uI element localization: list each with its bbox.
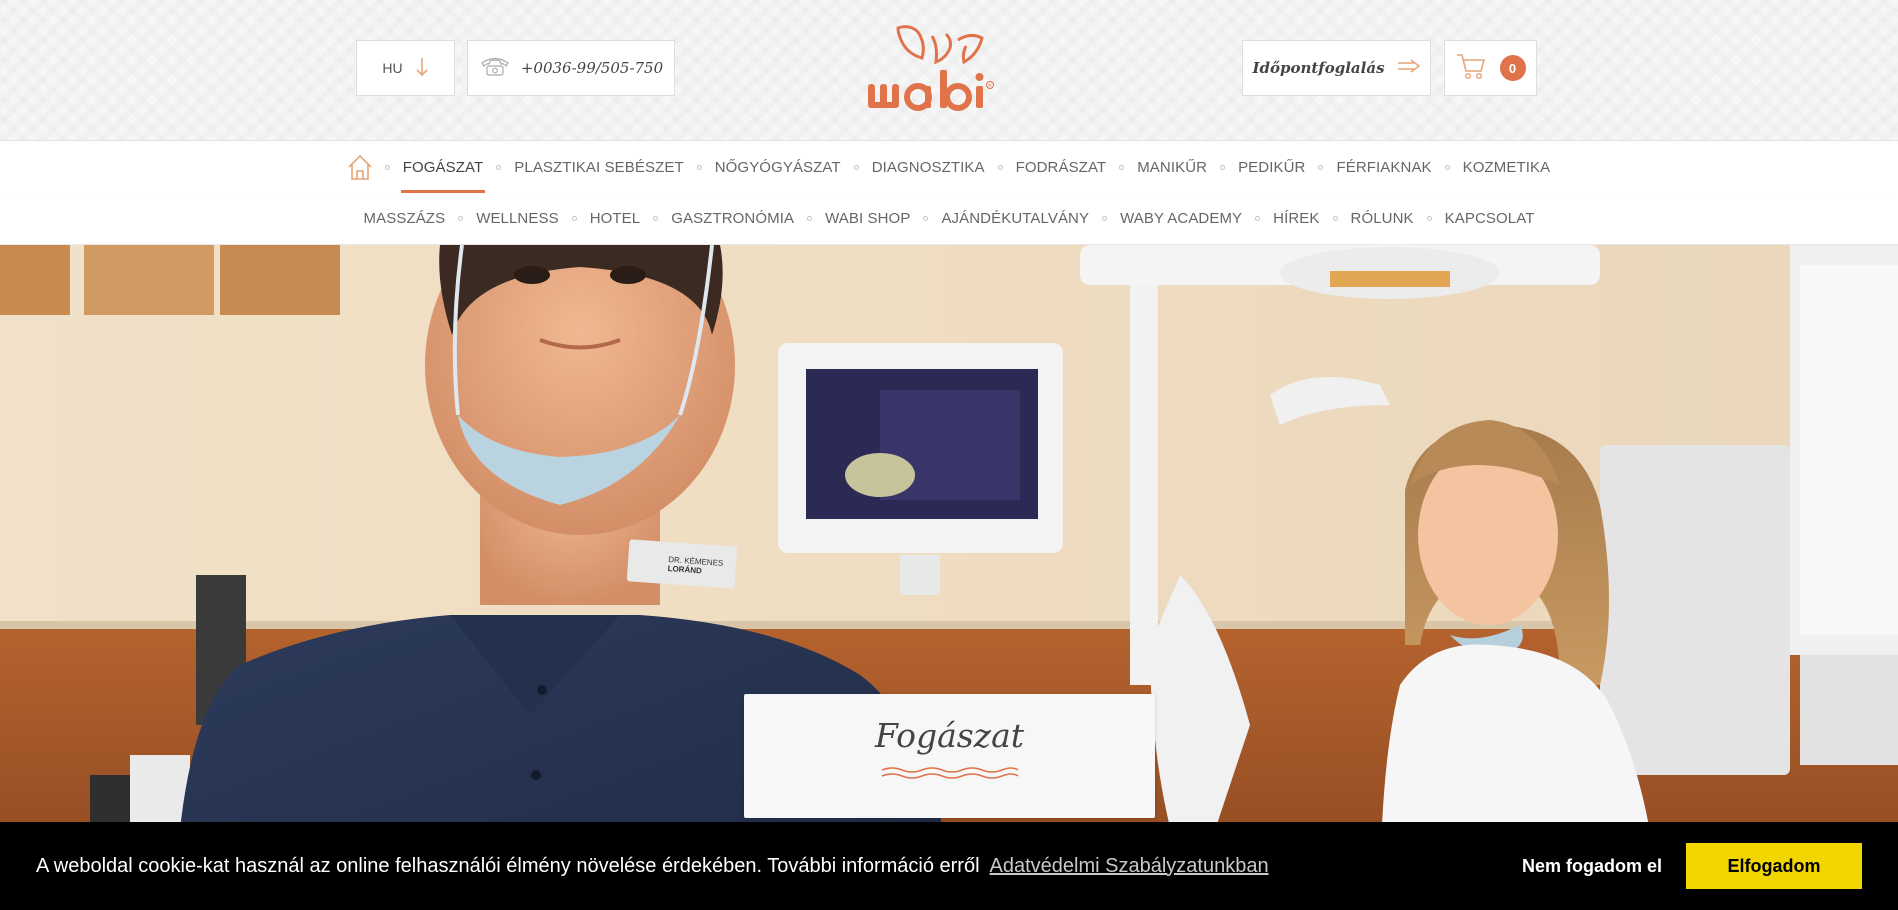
- booking-label: Időpontfoglalás: [1252, 59, 1385, 77]
- accept-cookies-button[interactable]: Elfogadom: [1686, 843, 1862, 889]
- nav-item-diagnosztika[interactable]: DIAGNOSZTIKA: [870, 159, 987, 176]
- nav-separator: [696, 164, 702, 170]
- nav-item-waby-academy[interactable]: WABY ACADEMY: [1118, 210, 1244, 227]
- nav-item-pedikur[interactable]: PEDIKŰR: [1236, 159, 1307, 176]
- nav-item-kozmetika[interactable]: KOZMETIKA: [1461, 159, 1553, 176]
- wabi-logo[interactable]: R: [866, 22, 1032, 118]
- nav-separator: [1102, 216, 1108, 221]
- main-nav-row-1: FOGÁSZAT PLASZTIKAI SEBÉSZET NŐGYÓGYÁSZA…: [0, 140, 1898, 194]
- cart-icon: [1456, 52, 1486, 84]
- nav-item-fodraszat[interactable]: FODRÁSZAT: [1014, 159, 1109, 176]
- nav-separator: [653, 216, 659, 221]
- nav-separator: [571, 216, 577, 221]
- nav-item-ferfiaknak[interactable]: FÉRFIAKNAK: [1334, 159, 1433, 176]
- page-title-card: Fogászat: [744, 694, 1155, 818]
- booking-button[interactable]: Időpontfoglalás: [1242, 40, 1431, 96]
- nav-separator: [1220, 164, 1226, 170]
- cookie-consent-bar: A weboldal cookie-kat használ az online …: [0, 822, 1898, 910]
- nav-item-manikur[interactable]: MANIKŰR: [1135, 159, 1209, 176]
- nav-item-wabi-shop[interactable]: WABI SHOP: [823, 210, 912, 227]
- wave-ornament-icon: [880, 765, 1020, 786]
- arrow-down-icon: [415, 57, 429, 80]
- nav-item-wellness[interactable]: WELLNESS: [474, 210, 561, 227]
- phone-number: +0036-99/505-750: [520, 59, 664, 77]
- nav-separator: [1332, 216, 1338, 221]
- home-icon[interactable]: [346, 153, 374, 181]
- nav-item-gasztronomia[interactable]: GASZTRONÓMIA: [669, 210, 796, 227]
- nav-separator: [1426, 216, 1432, 221]
- nav-item-kapcsolat[interactable]: KAPCSOLAT: [1443, 210, 1537, 227]
- nav-separator: [1318, 164, 1324, 170]
- nav-item-hotel[interactable]: HOTEL: [588, 210, 643, 227]
- nav-item-hirek[interactable]: HÍREK: [1271, 210, 1321, 227]
- nav-item-fogaszat[interactable]: FOGÁSZAT: [400, 159, 486, 193]
- nav-item-masszazs[interactable]: MASSZÁZS: [362, 210, 448, 227]
- nav-separator: [496, 164, 502, 170]
- nav-separator: [997, 164, 1003, 170]
- privacy-policy-link[interactable]: Adatvédelmi Szabályzatunkban: [990, 855, 1269, 878]
- svg-text:R: R: [988, 83, 992, 88]
- cookie-message: A weboldal cookie-kat használ az online …: [36, 854, 980, 877]
- decline-cookies-button[interactable]: Nem fogadom el: [1510, 844, 1674, 888]
- phone-box[interactable]: +0036-99/505-750: [467, 40, 675, 96]
- nav-item-rolunk[interactable]: RÓLUNK: [1349, 210, 1416, 227]
- nav-separator: [384, 164, 390, 170]
- language-selector[interactable]: HU: [356, 40, 455, 96]
- site-header: HU +0036-99/505-750 R Időpontfoglalás 0: [0, 0, 1898, 140]
- cart-button[interactable]: 0: [1444, 40, 1537, 96]
- arrow-right-icon: [1397, 59, 1421, 77]
- nav-separator: [1444, 164, 1450, 170]
- phone-icon: [479, 55, 511, 81]
- nav-separator: [1255, 216, 1261, 221]
- nav-separator: [1119, 164, 1125, 170]
- cart-count-badge: 0: [1499, 55, 1526, 81]
- nav-separator: [458, 216, 464, 221]
- nav-item-ajandekutalvany[interactable]: AJÁNDÉKUTALVÁNY: [939, 210, 1091, 227]
- page-title: Fogászat: [874, 716, 1024, 755]
- main-nav-row-2: MASSZÁZS WELLNESS HOTEL GASZTRONÓMIA WAB…: [0, 193, 1898, 245]
- nav-separator: [853, 164, 859, 170]
- language-code: HU: [382, 60, 403, 76]
- nav-item-nogyogyaszat[interactable]: NŐGYÓGYÁSZAT: [713, 159, 843, 176]
- nav-item-plasztikai-sebeszet[interactable]: PLASZTIKAI SEBÉSZET: [512, 159, 685, 176]
- nav-separator: [923, 216, 929, 221]
- nav-separator: [807, 216, 813, 221]
